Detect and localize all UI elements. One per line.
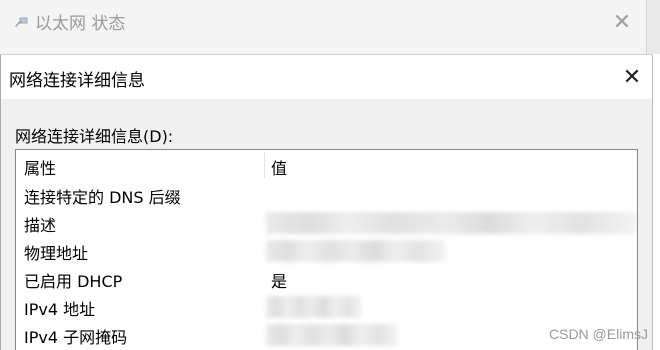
redacted-value xyxy=(266,240,446,262)
redacted-value xyxy=(266,212,637,234)
ethernet-status-title-text: 以太网 状态 xyxy=(35,14,126,34)
table-row[interactable]: IPv4 地址 xyxy=(16,292,637,320)
listview-header: 属性 值 xyxy=(16,150,637,180)
row-property: 已启用 DHCP xyxy=(24,272,123,291)
row-property: 描述 xyxy=(24,216,57,235)
ethernet-status-window: 以太网 状态 ✕ xyxy=(0,0,660,54)
column-divider[interactable] xyxy=(264,152,265,178)
ethernet-status-close-button[interactable]: ✕ xyxy=(603,4,641,40)
row-value: 是 xyxy=(271,272,288,291)
screen: 以太网 状态 ✕ 网络连接详细信息 ✕ 网络连接详细信息(D): 属性 值 连接… xyxy=(0,0,660,350)
close-icon: ✕ xyxy=(612,9,632,35)
row-property: IPv4 子网掩码 xyxy=(24,328,128,347)
table-row[interactable]: 描述 xyxy=(16,208,637,236)
window-frame-edge xyxy=(646,0,660,54)
csdn-watermark: CSDN @ElimsJ xyxy=(549,326,648,342)
table-row[interactable]: 已启用 DHCP 是 xyxy=(16,264,637,292)
row-property: IPv4 地址 xyxy=(24,300,96,319)
redacted-value xyxy=(266,324,398,346)
table-row[interactable]: 物理地址 xyxy=(16,236,637,264)
network-connection-details-dialog: 网络连接详细信息 ✕ 网络连接详细信息(D): 属性 值 连接特定的 DNS 后… xyxy=(0,54,653,350)
row-property: 物理地址 xyxy=(24,244,89,263)
network-icon xyxy=(13,14,29,30)
column-header-property[interactable]: 属性 xyxy=(24,155,56,179)
table-row[interactable]: 连接特定的 DNS 后缀 xyxy=(16,180,637,208)
redacted-value xyxy=(266,296,362,318)
column-header-value[interactable]: 值 xyxy=(271,155,287,179)
dialog-title: 网络连接详细信息 xyxy=(9,71,145,91)
details-section-label: 网络连接详细信息(D): xyxy=(15,127,174,146)
details-listview[interactable]: 属性 值 连接特定的 DNS 后缀 描述 物理地址 已启用 DHCP 是 IPv… xyxy=(15,149,638,350)
table-row[interactable]: IPv4 子网掩码 xyxy=(16,320,637,348)
dialog-close-button[interactable]: ✕ xyxy=(613,59,651,95)
ethernet-status-title: 以太网 状态 xyxy=(13,9,125,34)
dialog-titlebar: 网络连接详细信息 ✕ xyxy=(1,55,652,99)
row-property: 连接特定的 DNS 后缀 xyxy=(24,188,181,207)
close-icon: ✕ xyxy=(622,64,642,90)
